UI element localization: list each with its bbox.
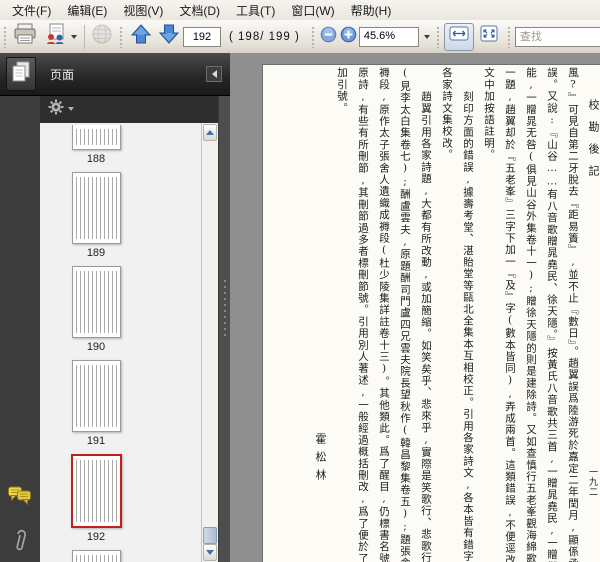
toolbar-grip[interactable] (119, 25, 124, 48)
zoom-level-display[interactable]: 45.6% (358, 26, 419, 47)
page-thumbnail[interactable]: 191 (42, 360, 150, 447)
fit-width-icon (449, 25, 469, 48)
scroll-down-icon (206, 550, 214, 555)
pages-panel-tab[interactable] (6, 57, 36, 91)
gear-icon (48, 99, 64, 120)
thumbnail-preview[interactable] (71, 266, 121, 338)
page-thumbnail[interactable] (42, 550, 150, 562)
collapse-panel-button[interactable] (206, 66, 222, 82)
menu-item[interactable]: 帮助(H) (343, 0, 400, 21)
thumbnail-text-lines (75, 555, 117, 562)
panel-options-row (40, 95, 226, 124)
thumbnail-preview[interactable] (71, 360, 121, 432)
page-thumbnail[interactable]: 190 (42, 266, 150, 353)
document-pane[interactable]: 校勘後記 一九二 風?』可見自第二牙脫去『距易簀』,並不止『數日』。趙翼誤爲陸游… (230, 53, 600, 562)
menu-item[interactable]: 窗口(W) (283, 0, 342, 21)
scrollbar-thumb[interactable] (203, 527, 217, 544)
thumbnail-page-number: 189 (86, 247, 106, 259)
thumbnail-preview[interactable] (70, 454, 122, 528)
next-page-button[interactable] (155, 24, 183, 50)
paragraph: 風?』可見自第二牙脫去『距易簀』,並不止『數日』。趙翼誤爲陸游死於嘉定二年閏月,… (483, 67, 579, 562)
toolbar: ( 198/ 199 ) 45.6% (0, 20, 600, 54)
thumbnail-list: 188 189 190 191 192 (42, 125, 150, 562)
fit-width-button[interactable] (443, 22, 474, 51)
page-thumbnail[interactable]: 189 (42, 172, 150, 259)
arrow-down-icon (158, 23, 180, 50)
page-thumbnail[interactable]: 188 (42, 125, 150, 165)
application-window: 文件(F) 编辑(E) 视图(V) 文档(D) 工具(T) 窗口(W) 帮助(H) (0, 0, 600, 562)
panel-title: 页面 (50, 67, 75, 82)
splitter-grip-icon (223, 278, 227, 336)
thumbnail-preview[interactable] (71, 172, 121, 244)
share-document-icon (44, 23, 68, 50)
pages-panel-header: 页面 (0, 53, 230, 96)
main-area: 页面 188 189 190 191 192 校勘後記 一九二 風?』可見自第二… (0, 53, 600, 562)
attachments-panel-button[interactable] (11, 527, 29, 560)
share-button[interactable] (39, 23, 81, 50)
thumbnail-text-lines (75, 177, 117, 239)
thumbnail-page-number: 192 (86, 531, 106, 543)
zoom-in-button[interactable] (339, 24, 359, 50)
scroll-up-icon (206, 130, 214, 135)
print-button[interactable] (11, 23, 39, 50)
pages-icon (12, 61, 30, 88)
toolbar-grip[interactable] (435, 25, 441, 48)
fit-page-icon (479, 25, 499, 48)
page-number-input[interactable] (183, 26, 221, 47)
thumbnail-preview[interactable] (71, 550, 121, 562)
collapse-arrow-icon (211, 70, 217, 78)
zoom-dropdown-button[interactable] (419, 27, 433, 47)
toolbar-grip[interactable] (3, 25, 8, 48)
panel-options-button[interactable] (48, 99, 74, 120)
page-text: 風?』可見自第二牙脫去『距易簀』,並不止『數日』。趙翼誤爲陸游死於嘉定二年閏月,… (310, 67, 583, 562)
menu-item[interactable]: 编辑(E) (59, 0, 115, 21)
plus-circle-icon (340, 26, 357, 48)
comments-panel-button[interactable] (8, 485, 33, 512)
arrow-up-icon (130, 23, 152, 50)
chevron-down-icon (424, 34, 431, 39)
thumbnail-text-lines (75, 129, 117, 145)
paragraph: 刻印方面的錯誤,據壽考堂、湛貽堂等甌北全集本互相校正。引用各家詩文,各本皆有錯字… (441, 67, 474, 562)
toolbar-grip[interactable] (506, 25, 512, 48)
author-signature: 霍松林 (314, 433, 327, 487)
paperclip-icon (11, 529, 29, 559)
toolbar-separator (84, 24, 85, 49)
page-folio-number: 一九二 (587, 467, 597, 497)
find-input[interactable] (514, 26, 600, 47)
menu-bar: 文件(F) 编辑(E) 视图(V) 文档(D) 工具(T) 窗口(W) 帮助(H) (0, 0, 600, 21)
thumbnail-text-lines (75, 460, 117, 522)
thumbnail-text-lines (75, 365, 117, 427)
page-count-label: ( 198/ 199 ) (229, 30, 300, 43)
scroll-down-button[interactable] (203, 544, 217, 561)
page-thumbnail[interactable]: 192 (42, 454, 150, 543)
paragraph: 趙翼引用各家詩題,大都有所改動,或加簡縮。如笑矣乎、悲來乎,實際是笑歌行、悲歌行… (336, 67, 432, 562)
share-dropdown-arrow-icon[interactable] (70, 34, 77, 39)
printer-icon (13, 23, 37, 50)
zoom-out-button[interactable] (319, 24, 339, 50)
menu-item[interactable]: 工具(T) (228, 0, 283, 21)
menu-item[interactable]: 视图(V) (115, 0, 171, 21)
network-button (88, 24, 116, 50)
thumbnail-page-number: 191 (86, 435, 106, 447)
panel-scrollbar[interactable] (201, 123, 218, 562)
options-dropdown-arrow-icon (68, 107, 74, 111)
thumbnail-page-number: 188 (86, 153, 106, 165)
toolbar-grip[interactable] (310, 25, 316, 48)
thumbnail-page-number: 190 (86, 341, 106, 353)
menu-item[interactable]: 文档(D) (171, 0, 228, 21)
document-page: 校勘後記 一九二 風?』可見自第二牙脫去『距易簀』,並不止『數日』。趙翼誤爲陸游… (262, 64, 600, 562)
scroll-up-button[interactable] (203, 124, 217, 141)
thumbnail-preview[interactable] (71, 125, 121, 150)
comments-icon (8, 486, 33, 511)
previous-page-button[interactable] (127, 24, 155, 50)
globe-icon (91, 23, 113, 50)
menu-item[interactable]: 文件(F) (4, 0, 59, 21)
thumbnail-text-lines (75, 271, 117, 333)
minus-circle-icon (320, 26, 337, 48)
running-title: 校勘後記 (587, 99, 600, 187)
fit-page-button[interactable] (474, 23, 504, 51)
navigation-strip (0, 95, 41, 562)
thumbnails-panel: 188 189 190 191 192 (40, 123, 218, 562)
